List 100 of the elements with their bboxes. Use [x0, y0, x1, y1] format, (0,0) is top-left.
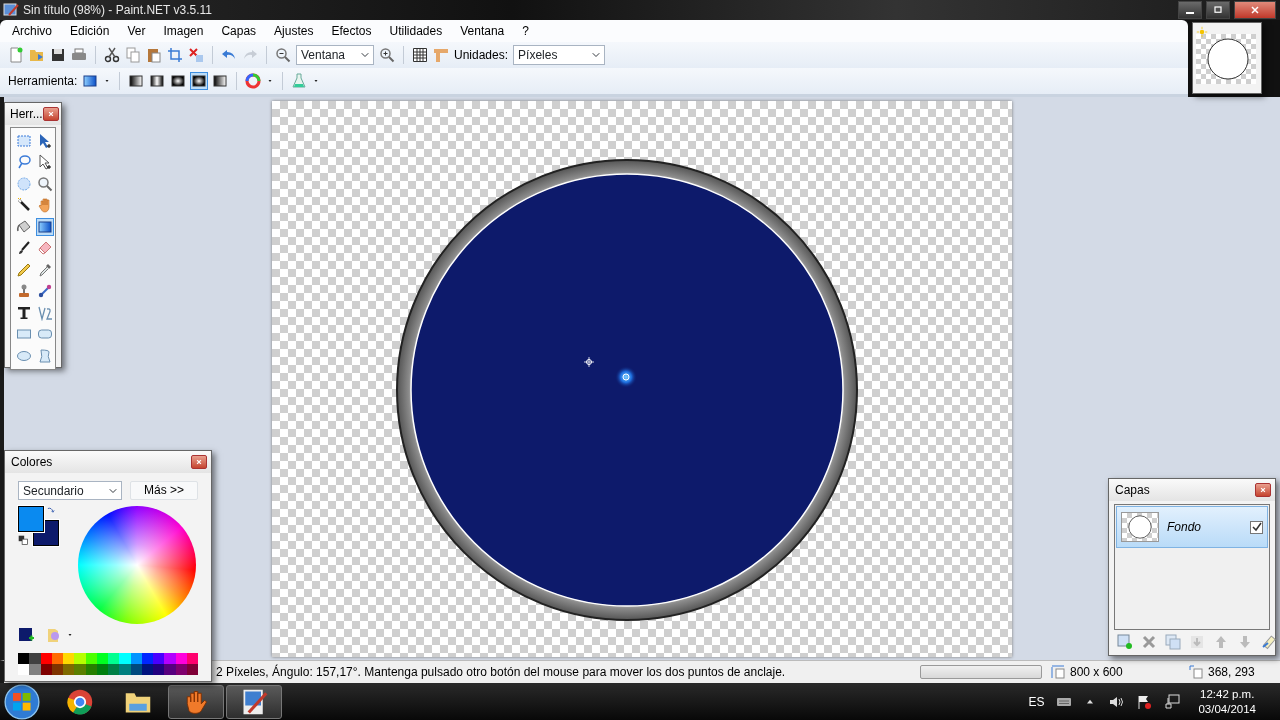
close-button[interactable]: [43, 107, 59, 121]
lasso-icon[interactable]: [15, 154, 32, 171]
palette-swatch[interactable]: [51, 653, 63, 664]
zoom-in-icon[interactable]: [379, 47, 395, 63]
palette-swatch[interactable]: [141, 664, 153, 675]
palette-swatch[interactable]: [164, 664, 176, 675]
gradient-icon[interactable]: [36, 218, 53, 235]
palette-swatch[interactable]: [119, 664, 131, 675]
menu-item[interactable]: Archivo: [6, 22, 58, 40]
menu-item[interactable]: Edición: [64, 22, 116, 40]
maximize-button[interactable]: [1206, 1, 1230, 19]
copy-icon[interactable]: [125, 47, 141, 63]
grid-icon[interactable]: [412, 47, 428, 63]
palette-swatch[interactable]: [29, 653, 41, 664]
handle-icon[interactable]: [615, 366, 637, 388]
arrow-outline-icon[interactable]: [36, 154, 53, 171]
palette-swatch[interactable]: [51, 664, 63, 675]
canvas[interactable]: [272, 101, 1012, 657]
palette-swatch[interactable]: [186, 664, 198, 675]
paint-bucket-icon[interactable]: [15, 218, 32, 235]
printer-icon[interactable]: [71, 47, 87, 63]
start-orb-icon[interactable]: [4, 683, 40, 720]
menu-item[interactable]: ?: [516, 22, 535, 40]
palette-swatch[interactable]: [63, 653, 75, 664]
palette-swatch[interactable]: [40, 664, 52, 675]
palette-swatch[interactable]: [108, 653, 120, 664]
palette-swatch[interactable]: [175, 664, 187, 675]
reset-colors-icon[interactable]: [18, 535, 29, 546]
conical-gradient-icon[interactable]: [212, 73, 229, 89]
more-button[interactable]: Más >>: [130, 481, 198, 500]
clock-date[interactable]: 03/04/2014: [1198, 701, 1256, 717]
menu-item[interactable]: Imagen: [157, 22, 210, 40]
palette-swatch[interactable]: [141, 653, 153, 664]
visibility-checkbox[interactable]: [1250, 520, 1263, 534]
network-icon[interactable]: [1164, 693, 1181, 710]
color-wheel-icon[interactable]: [245, 73, 262, 89]
palette-icon[interactable]: [46, 627, 62, 643]
duplicate-icon[interactable]: [1165, 634, 1181, 650]
primary-color-swatch[interactable]: [18, 506, 44, 532]
close-button[interactable]: [1234, 1, 1276, 19]
palette-swatch[interactable]: [175, 653, 187, 664]
eyedropper-icon[interactable]: [36, 261, 53, 278]
palette-swatch[interactable]: [85, 664, 97, 675]
palette-swatch[interactable]: [153, 653, 165, 664]
add-color-icon[interactable]: [18, 627, 34, 643]
delete-icon[interactable]: [1141, 634, 1157, 650]
palette-swatch[interactable]: [119, 653, 131, 664]
close-button[interactable]: [1255, 483, 1271, 497]
radial-gradient-icon[interactable]: [191, 73, 208, 89]
menu-item[interactable]: Ver: [121, 22, 152, 40]
minimize-button[interactable]: [1178, 1, 1202, 19]
units-select[interactable]: Píxeles: [513, 45, 606, 65]
palette-swatch[interactable]: [186, 653, 198, 664]
palette-swatch[interactable]: [85, 653, 97, 664]
taskbar-button[interactable]: [226, 684, 282, 719]
crosshair-icon[interactable]: [583, 356, 595, 368]
palette-swatch[interactable]: [130, 653, 142, 664]
palette-swatch[interactable]: [29, 664, 41, 675]
menu-item[interactable]: Utilidades: [383, 22, 449, 40]
palette-swatch[interactable]: [108, 664, 120, 675]
gradient-icon[interactable]: [82, 73, 99, 89]
palette-swatch[interactable]: [96, 664, 108, 675]
open-folder-icon[interactable]: [29, 47, 45, 63]
close-button[interactable]: [191, 455, 207, 469]
clipboard-icon[interactable]: [146, 47, 162, 63]
flag-icon[interactable]: [1136, 693, 1153, 710]
palette-swatch[interactable]: [40, 653, 52, 664]
crop-icon[interactable]: [167, 47, 183, 63]
palette-swatch[interactable]: [130, 664, 142, 675]
language-indicator[interactable]: ES: [1028, 692, 1045, 711]
reflected-gradient-icon[interactable]: [149, 73, 166, 89]
text-tool-icon[interactable]: [15, 304, 32, 321]
menu-item[interactable]: Ventana: [454, 22, 511, 40]
diamond-gradient-icon[interactable]: [170, 73, 187, 89]
linear-gradient-icon[interactable]: [128, 73, 145, 89]
zoom-select[interactable]: Ventana: [296, 45, 374, 65]
palette-swatch[interactable]: [74, 664, 86, 675]
menu-item[interactable]: Efectos: [325, 22, 378, 40]
taskbar-button[interactable]: [168, 684, 224, 719]
zoom-icon[interactable]: [36, 175, 53, 192]
ruler-icon[interactable]: [433, 47, 449, 63]
menu-item[interactable]: Ajustes: [268, 22, 320, 40]
palette-swatch[interactable]: [18, 653, 30, 664]
palette-swatch[interactable]: [153, 664, 165, 675]
pencil-icon[interactable]: [15, 261, 32, 278]
swap-arrow-icon[interactable]: [46, 506, 56, 516]
delete-selection-icon[interactable]: [188, 47, 204, 63]
zoom-out-icon[interactable]: [275, 47, 291, 63]
new-document-icon[interactable]: [8, 47, 24, 63]
scissors-icon[interactable]: [104, 47, 120, 63]
palette-swatch[interactable]: [74, 653, 86, 664]
flask-icon[interactable]: [291, 73, 308, 89]
add-layer-icon[interactable]: [1117, 634, 1133, 650]
color-mode-select[interactable]: Secundario: [18, 481, 122, 500]
palette-swatch[interactable]: [96, 653, 108, 664]
recolor-icon[interactable]: [36, 283, 53, 300]
clock-time[interactable]: 12:42 p.m.: [1200, 686, 1255, 702]
menu-item[interactable]: Capas: [215, 22, 263, 40]
palette-swatch[interactable]: [164, 653, 176, 664]
freeform-shape-icon[interactable]: [36, 347, 53, 364]
